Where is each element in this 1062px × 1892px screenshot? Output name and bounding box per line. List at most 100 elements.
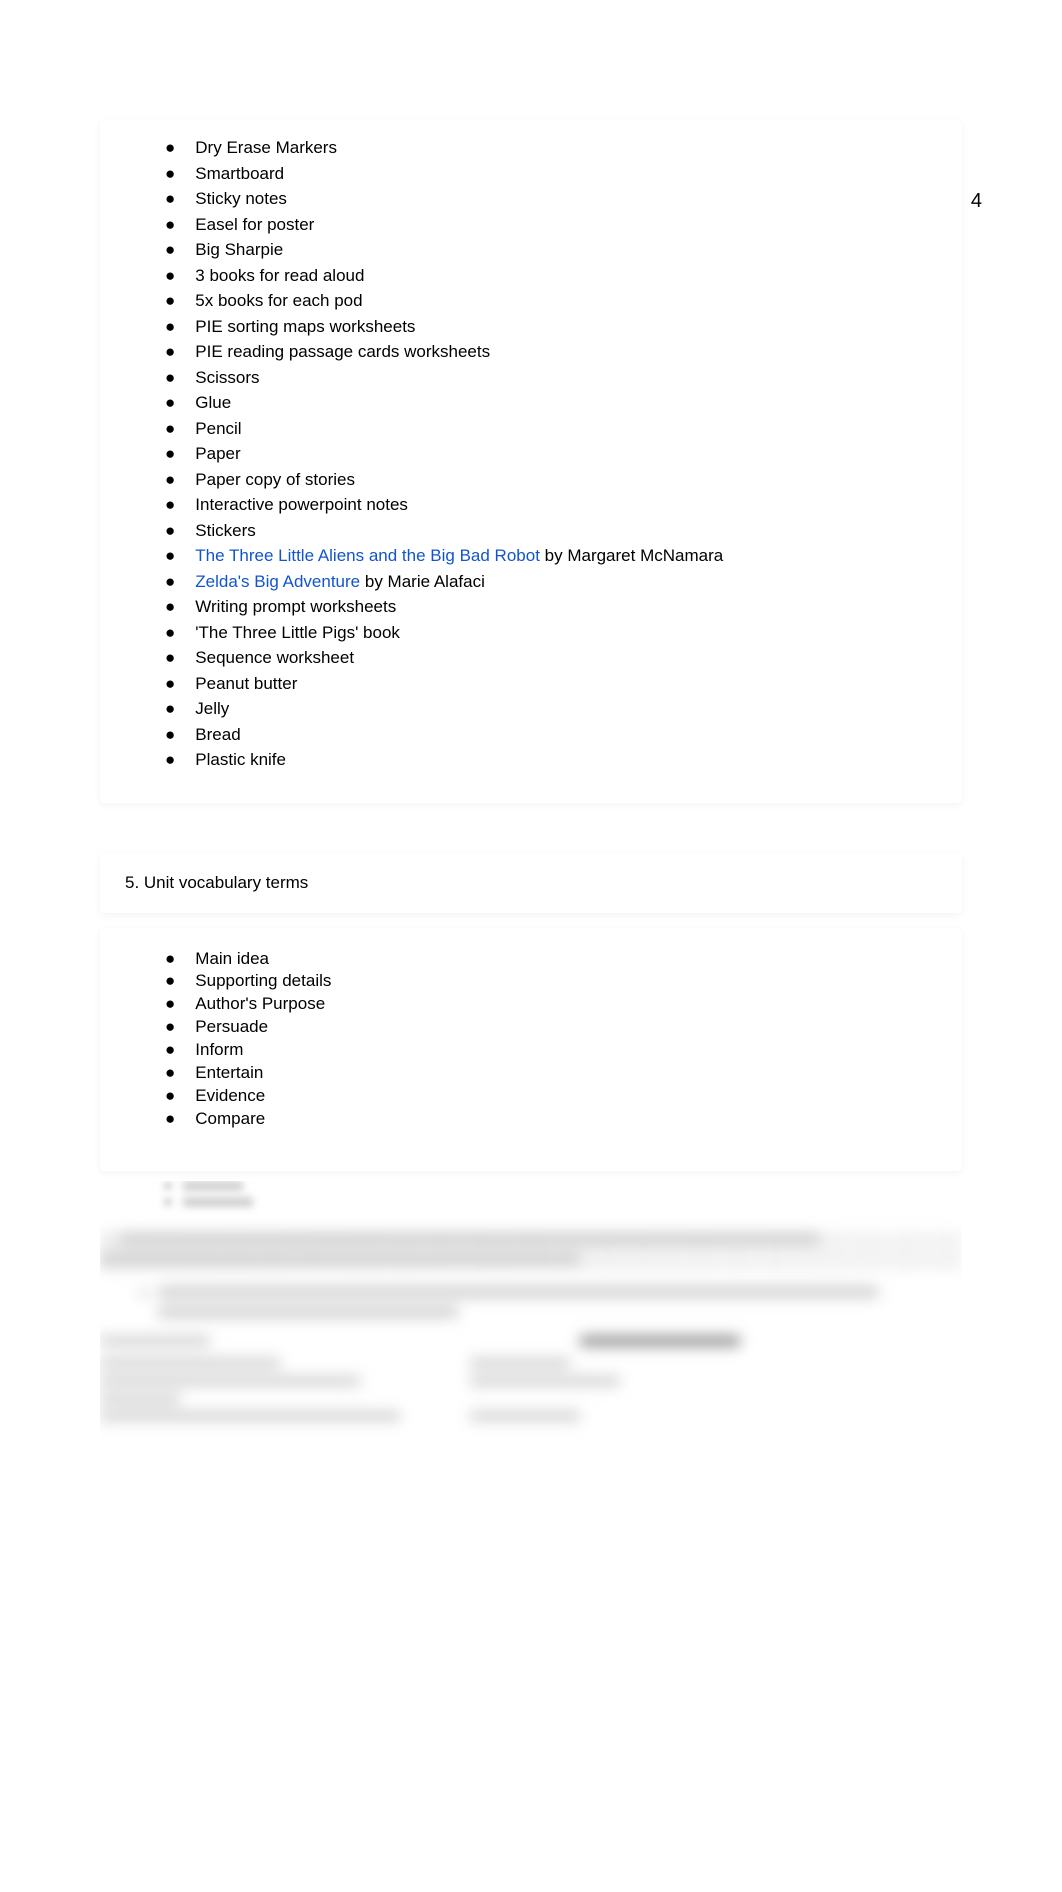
bullet-icon: ●: [165, 645, 175, 671]
bullet-icon: ●: [165, 467, 175, 493]
list-item: ● Jelly: [165, 696, 932, 722]
item-text: Inform: [195, 1039, 243, 1062]
bullet-icon: ●: [165, 1085, 175, 1108]
bullet-icon: ●: [165, 747, 175, 773]
item-text: Author's Purpose: [195, 993, 325, 1016]
list-item: ● Persuade: [165, 1016, 932, 1039]
bullet-icon: ●: [165, 970, 175, 993]
materials-list: ● Dry Erase Markers ● Smartboard ● Stick…: [130, 135, 932, 773]
list-item: ● Entertain: [165, 1062, 932, 1085]
list-item: ● Easel for poster: [165, 212, 932, 238]
page-number: 4: [971, 190, 982, 213]
item-text: PIE reading passage cards worksheets: [195, 339, 490, 365]
list-item: ● Smartboard: [165, 161, 932, 187]
list-item: ● Peanut butter: [165, 671, 932, 697]
item-text: 'The Three Little Pigs' book: [195, 620, 400, 646]
bullet-icon: ●: [165, 1108, 175, 1131]
item-text: Big Sharpie: [195, 237, 283, 263]
item-text: Interactive powerpoint notes: [195, 492, 408, 518]
list-item: ● 3 books for read aloud: [165, 263, 932, 289]
list-item: ● Supporting details: [165, 970, 932, 993]
bullet-icon: ●: [165, 365, 175, 391]
bullet-icon: ●: [165, 135, 175, 161]
list-item: ● PIE sorting maps worksheets: [165, 314, 932, 340]
item-text: Evidence: [195, 1085, 265, 1108]
blurred-preview: [100, 1181, 962, 1451]
item-text: 3 books for read aloud: [195, 263, 364, 289]
list-item: ● Author's Purpose: [165, 993, 932, 1016]
bullet-icon: ●: [165, 390, 175, 416]
list-item: ● Compare: [165, 1108, 932, 1131]
vocabulary-section: ● Main idea ● Supporting details ● Autho…: [100, 928, 962, 1172]
list-item: ● Sticky notes: [165, 186, 932, 212]
item-suffix: by Marie Alafaci: [360, 572, 485, 591]
item-text: Paper copy of stories: [195, 467, 355, 493]
item-suffix: by Margaret McNamara: [540, 546, 723, 565]
list-item: ● Pencil: [165, 416, 932, 442]
list-item: ● 'The Three Little Pigs' book: [165, 620, 932, 646]
bullet-icon: ●: [165, 186, 175, 212]
bullet-icon: ●: [165, 518, 175, 544]
bullet-icon: ●: [165, 620, 175, 646]
bullet-icon: ●: [165, 543, 175, 569]
bullet-icon: ●: [165, 993, 175, 1016]
item-text: Stickers: [195, 518, 255, 544]
bullet-icon: ●: [165, 671, 175, 697]
item-text: Smartboard: [195, 161, 284, 187]
bullet-icon: ●: [165, 441, 175, 467]
list-item: ● Zelda's Big Adventure by Marie Alafaci: [165, 569, 932, 595]
item-text: Paper: [195, 441, 240, 467]
item-text: Zelda's Big Adventure by Marie Alafaci: [195, 569, 485, 595]
bullet-icon: ●: [165, 594, 175, 620]
vocabulary-list: ● Main idea ● Supporting details ● Autho…: [130, 948, 932, 1132]
bullet-icon: ●: [165, 722, 175, 748]
list-item: ● Paper copy of stories: [165, 467, 932, 493]
list-item: ● Dry Erase Markers: [165, 135, 932, 161]
item-text: Plastic knife: [195, 747, 286, 773]
bullet-icon: ●: [165, 492, 175, 518]
list-item: ● The Three Little Aliens and the Big Ba…: [165, 543, 932, 569]
item-text: Entertain: [195, 1062, 263, 1085]
item-text: Easel for poster: [195, 212, 314, 238]
item-text: Main idea: [195, 948, 269, 971]
list-item: ● Sequence worksheet: [165, 645, 932, 671]
list-item: ● Paper: [165, 441, 932, 467]
bullet-icon: ●: [165, 1016, 175, 1039]
bullet-icon: ●: [165, 416, 175, 442]
bullet-icon: ●: [165, 1062, 175, 1085]
list-item: ● Scissors: [165, 365, 932, 391]
bullet-icon: ●: [165, 696, 175, 722]
item-text: Scissors: [195, 365, 259, 391]
item-text: PIE sorting maps worksheets: [195, 314, 415, 340]
list-item: ● 5x books for each pod: [165, 288, 932, 314]
list-item: ● Big Sharpie: [165, 237, 932, 263]
item-text: Glue: [195, 390, 231, 416]
bullet-icon: ●: [165, 1039, 175, 1062]
list-item: ● PIE reading passage cards worksheets: [165, 339, 932, 365]
item-text: Sticky notes: [195, 186, 287, 212]
list-item: ● Bread: [165, 722, 932, 748]
bullet-icon: ●: [165, 569, 175, 595]
item-text: Peanut butter: [195, 671, 297, 697]
list-item: ● Inform: [165, 1039, 932, 1062]
list-item: ● Writing prompt worksheets: [165, 594, 932, 620]
list-item: ● Stickers: [165, 518, 932, 544]
bullet-icon: ●: [165, 263, 175, 289]
list-item: ● Main idea: [165, 948, 932, 971]
item-text: Sequence worksheet: [195, 645, 354, 671]
list-item: ● Interactive powerpoint notes: [165, 492, 932, 518]
materials-section: ● Dry Erase Markers ● Smartboard ● Stick…: [100, 120, 962, 803]
book-link[interactable]: Zelda's Big Adventure: [195, 572, 360, 591]
item-text: Pencil: [195, 416, 241, 442]
item-text: Persuade: [195, 1016, 268, 1039]
list-item: ● Plastic knife: [165, 747, 932, 773]
bullet-icon: ●: [165, 288, 175, 314]
bullet-icon: ●: [165, 948, 175, 971]
item-text: Jelly: [195, 696, 229, 722]
bullet-icon: ●: [165, 161, 175, 187]
book-link[interactable]: The Three Little Aliens and the Big Bad …: [195, 546, 540, 565]
item-text: Bread: [195, 722, 240, 748]
item-text: Supporting details: [195, 970, 331, 993]
bullet-icon: ●: [165, 314, 175, 340]
bullet-icon: ●: [165, 212, 175, 238]
